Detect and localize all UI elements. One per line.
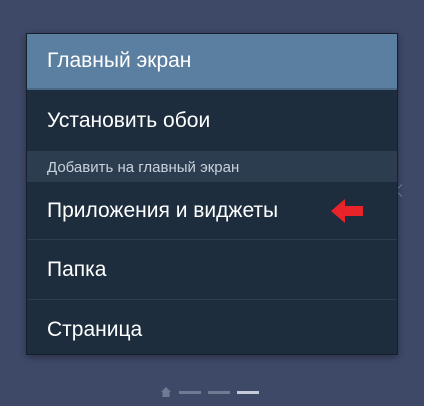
menu-item-label: Установить обои [47, 108, 211, 132]
red-arrow-icon [331, 198, 363, 223]
home-screen-dialog: Главный экран Установить обои Добавить н… [27, 34, 397, 354]
home-icon [161, 387, 171, 397]
menu-item-folder[interactable]: Папка [27, 240, 397, 300]
menu-item-page[interactable]: Страница [27, 300, 397, 360]
menu-item-label: Приложения и виджеты [47, 198, 279, 222]
dialog-header: Главный экран [27, 34, 397, 90]
section-header-add-to-home: Добавить на главный экран [27, 152, 397, 182]
page-dot [208, 390, 230, 394]
dialog-title: Главный экран [47, 49, 192, 72]
section-label: Добавить на главный экран [47, 158, 240, 176]
page-indicator [160, 385, 259, 399]
menu-item-apps-widgets[interactable]: Приложения и виджеты [27, 182, 397, 240]
menu-item-label: Папка [47, 257, 107, 281]
menu-item-set-wallpaper[interactable]: Установить обои [27, 90, 397, 152]
edge-chevron-icon [395, 184, 408, 197]
menu-item-label: Страница [47, 318, 143, 341]
page-dot-current [237, 390, 259, 394]
page-dot [179, 390, 201, 394]
